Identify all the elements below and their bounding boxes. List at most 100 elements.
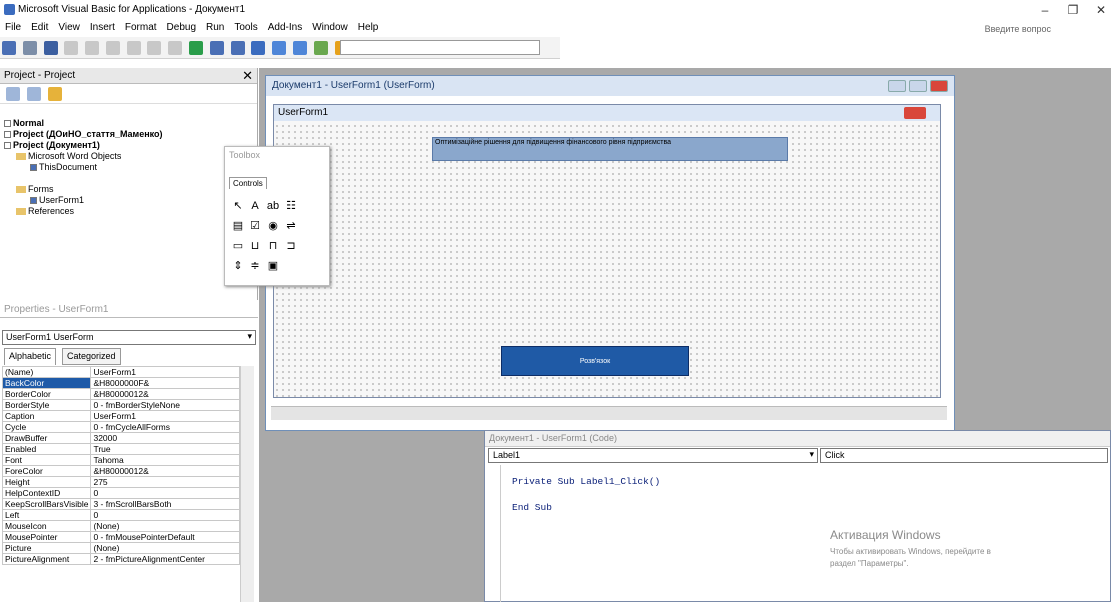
scrollbar-tool-icon[interactable]: ⇕: [230, 259, 246, 273]
menu-tools[interactable]: Tools: [229, 20, 262, 35]
property-value[interactable]: UserForm1: [90, 366, 240, 378]
code-object-select[interactable]: Label1 ▾: [488, 448, 818, 463]
find-icon[interactable]: [126, 41, 141, 55]
property-row[interactable]: (Name) UserForm1: [1, 366, 240, 378]
togglebutton-tool-icon[interactable]: ⇌: [283, 219, 299, 233]
view-object-icon[interactable]: [26, 87, 41, 101]
property-row[interactable]: Caption UserForm1: [1, 410, 240, 422]
tree-item-userform1[interactable]: UserForm1: [30, 195, 84, 205]
property-row[interactable]: Enabled True: [1, 443, 240, 455]
combobox-tool-icon[interactable]: ☷: [283, 199, 299, 213]
tree-item-normal[interactable]: Normal: [4, 118, 44, 128]
tree-item-project-stattia[interactable]: Project (ДОиНО_стаття_Маменко): [4, 129, 163, 139]
property-row[interactable]: DrawBuffer 32000: [1, 432, 240, 444]
property-value[interactable]: 32000: [90, 432, 240, 444]
menu-run[interactable]: Run: [201, 20, 229, 35]
reset-icon[interactable]: [230, 41, 245, 55]
design-mode-icon[interactable]: [251, 41, 266, 55]
menu-view[interactable]: View: [53, 20, 85, 35]
paste-icon[interactable]: [105, 41, 120, 55]
code-line-2[interactable]: End Sub: [512, 502, 552, 513]
tabstrip-tool-icon[interactable]: ⊓: [265, 239, 281, 253]
property-value[interactable]: 275: [90, 476, 240, 488]
project-explorer-icon[interactable]: [272, 41, 287, 55]
tab-categorized[interactable]: Categorized: [62, 348, 121, 365]
menu-debug[interactable]: Debug: [162, 20, 201, 35]
menu-addins[interactable]: Add-Ins: [263, 20, 307, 35]
redo-icon[interactable]: [168, 41, 183, 55]
checkbox-tool-icon[interactable]: ☑: [247, 219, 263, 233]
select-objects-icon[interactable]: ↖: [230, 199, 246, 213]
tree-item-project-document[interactable]: Project (Документ1): [4, 140, 100, 150]
property-row[interactable]: HelpContextID 0: [1, 487, 240, 499]
close-icon[interactable]: ✕: [1086, 0, 1111, 20]
property-value[interactable]: 0 - fmBorderStyleNone: [90, 399, 240, 411]
tab-controls[interactable]: Controls: [229, 177, 267, 189]
property-row[interactable]: BackColor &H8000000F&: [1, 377, 240, 389]
property-value[interactable]: 0: [90, 487, 240, 499]
code-line-1[interactable]: Private Sub Label1_Click(): [512, 476, 660, 487]
listbox-tool-icon[interactable]: ▤: [230, 219, 246, 233]
tree-item-references[interactable]: References: [16, 206, 74, 216]
property-row[interactable]: Height 275: [1, 476, 240, 488]
property-row[interactable]: KeepScrollBarsVisible 3 - fmScrollBarsBot…: [1, 498, 240, 510]
commandbutton-tool-icon[interactable]: ⊔: [247, 239, 263, 253]
property-row[interactable]: BorderStyle 0 - fmBorderStyleNone: [1, 399, 240, 411]
property-value[interactable]: 0: [90, 509, 240, 521]
property-value[interactable]: 2 - fmPictureAlignmentCenter: [90, 553, 240, 565]
maximize-icon[interactable]: [909, 80, 927, 92]
property-row[interactable]: Picture (None): [1, 542, 240, 554]
property-value[interactable]: (None): [90, 542, 240, 554]
run-icon[interactable]: [189, 41, 204, 55]
menu-file[interactable]: File: [0, 20, 26, 35]
help-search-box[interactable]: Введите вопрос: [985, 24, 1051, 34]
code-procedure-select[interactable]: Click: [820, 448, 1108, 463]
tree-item-forms[interactable]: Forms: [16, 184, 54, 194]
frame-tool-icon[interactable]: ▭: [230, 239, 246, 253]
tab-alphabetic[interactable]: Alphabetic: [4, 348, 57, 365]
property-row[interactable]: ForeColor &H80000012&: [1, 465, 240, 477]
form-close-icon[interactable]: [904, 107, 926, 119]
commandbutton-control[interactable]: Розв'язок: [501, 346, 689, 376]
properties-scrollbar[interactable]: [240, 366, 254, 602]
property-value[interactable]: &H8000000F&: [90, 377, 240, 389]
restore-icon[interactable]: ❐: [1058, 0, 1088, 20]
save-icon[interactable]: [43, 41, 58, 55]
property-row[interactable]: MouseIcon (None): [1, 520, 240, 532]
undo-icon[interactable]: [147, 41, 162, 55]
property-value[interactable]: Tahoma: [90, 454, 240, 466]
tree-item-word-objects[interactable]: Microsoft Word Objects: [16, 151, 121, 161]
property-value[interactable]: 3 - fmScrollBarsBoth: [90, 498, 240, 510]
property-value[interactable]: &H80000012&: [90, 465, 240, 477]
break-icon[interactable]: [209, 41, 224, 55]
property-row[interactable]: Left 0: [1, 509, 240, 521]
object-browser-icon[interactable]: [313, 41, 328, 55]
property-value[interactable]: True: [90, 443, 240, 455]
tree-item-thisdocument[interactable]: ThisDocument: [30, 162, 97, 172]
property-value[interactable]: &H80000012&: [90, 388, 240, 400]
property-value[interactable]: (None): [90, 520, 240, 532]
toggle-folders-icon[interactable]: [47, 87, 62, 101]
menu-window[interactable]: Window: [307, 20, 353, 35]
properties-object-select[interactable]: UserForm1 UserForm ▾: [2, 330, 256, 345]
spinbutton-tool-icon[interactable]: ≑: [247, 259, 263, 273]
view-word-icon[interactable]: [2, 41, 16, 55]
property-row[interactable]: MousePointer 0 - fmMousePointerDefault: [1, 531, 240, 543]
menu-insert[interactable]: Insert: [85, 20, 120, 35]
property-row[interactable]: Font Tahoma: [1, 454, 240, 466]
textbox-tool-icon[interactable]: ab: [265, 199, 281, 213]
view-code-icon[interactable]: [6, 87, 20, 101]
property-row[interactable]: Cycle 0 - fmCycleAllForms: [1, 421, 240, 433]
insert-userform-icon[interactable]: [22, 41, 37, 55]
designer-horizontal-scrollbar[interactable]: [271, 406, 947, 420]
menu-format[interactable]: Format: [120, 20, 162, 35]
property-value[interactable]: 0 - fmMousePointerDefault: [90, 531, 240, 543]
menu-edit[interactable]: Edit: [26, 20, 53, 35]
menu-help[interactable]: Help: [353, 20, 384, 35]
image-tool-icon[interactable]: ▣: [265, 259, 281, 273]
property-value[interactable]: 0 - fmCycleAllForms: [90, 421, 240, 433]
label1-control[interactable]: Оптимізаційне рішення для підвищення фін…: [432, 137, 788, 161]
close-icon[interactable]: ✕: [242, 68, 253, 84]
property-value[interactable]: UserForm1: [90, 410, 240, 422]
copy-icon[interactable]: [85, 41, 100, 55]
